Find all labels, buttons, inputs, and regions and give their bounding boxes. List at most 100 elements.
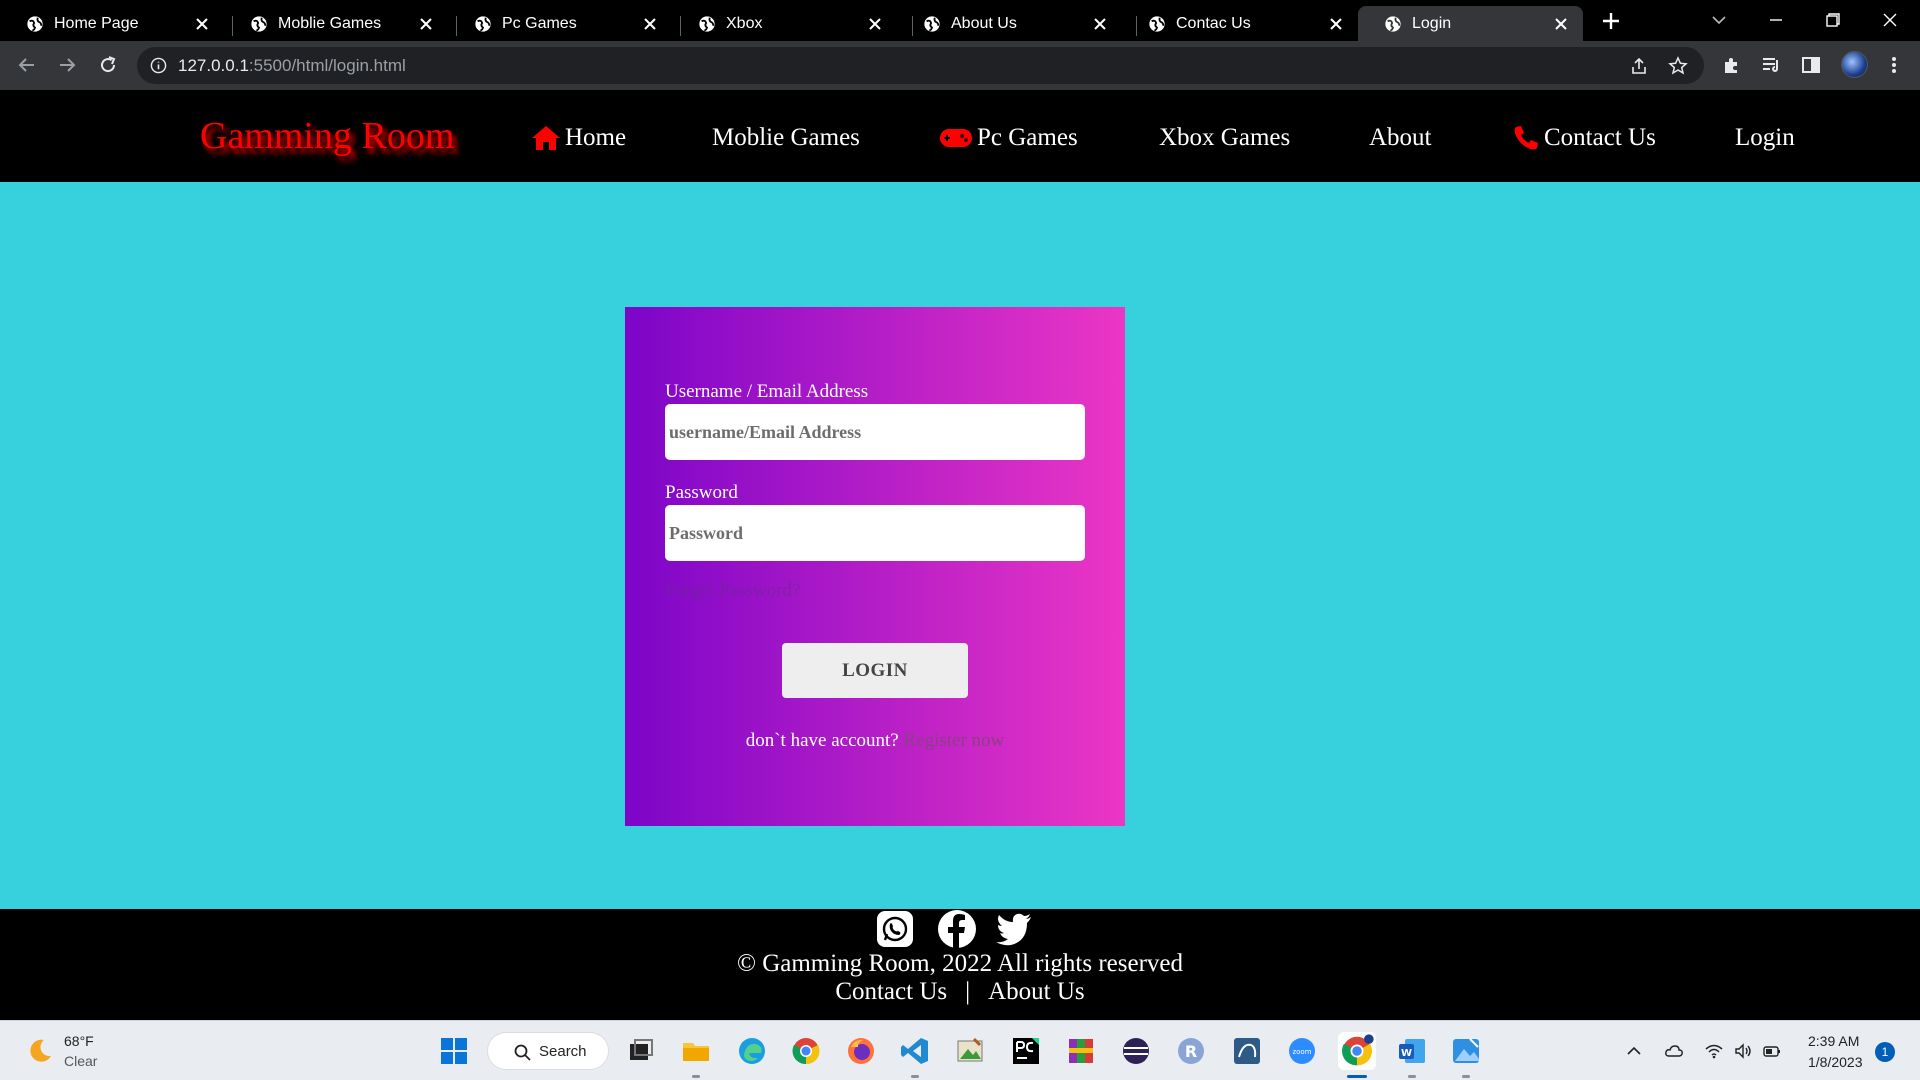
facebook-icon[interactable]	[937, 909, 977, 949]
close-icon[interactable]	[418, 16, 434, 32]
chrome-icon[interactable]	[790, 1035, 822, 1067]
tab-title: Moblie Games	[278, 14, 382, 32]
share-icon[interactable]	[1629, 56, 1649, 76]
browser-tab-pc-games[interactable]: Pc Games	[448, 6, 672, 41]
close-window-icon[interactable]	[1878, 8, 1902, 32]
footer-link-about-us[interactable]: About Us	[988, 978, 1085, 1005]
nav-item-contact-us[interactable]: Contact Us	[1512, 124, 1656, 152]
moon-weather-icon[interactable]	[26, 1037, 54, 1065]
nav-item-xbox-games[interactable]: Xbox Games	[1159, 124, 1290, 152]
chevron-up-icon[interactable]	[1624, 1041, 1644, 1061]
vscode-icon[interactable]	[899, 1035, 931, 1067]
edge-browser-icon[interactable]	[736, 1035, 768, 1067]
media-queue-icon[interactable]	[1760, 54, 1782, 76]
whatsapp-icon[interactable]	[875, 909, 915, 949]
photos-app-icon[interactable]	[1450, 1035, 1482, 1067]
browser-tab-contac-us[interactable]: Contac Us	[1122, 6, 1358, 41]
forward-arrow-icon[interactable]	[55, 53, 79, 77]
windows-start-icon[interactable]	[438, 1035, 470, 1067]
task-view-icon[interactable]	[625, 1035, 657, 1067]
url-host: 127.0.0.1	[178, 56, 249, 75]
close-icon[interactable]	[1328, 16, 1344, 32]
tab-search-chevron-icon[interactable]	[1707, 8, 1731, 32]
username-input[interactable]	[665, 404, 1085, 460]
nav-item-pc-games[interactable]: Pc Games	[939, 124, 1078, 152]
r-language-icon[interactable]: R	[1175, 1035, 1207, 1067]
nav-label: Moblie Games	[712, 124, 860, 151]
twitter-icon[interactable]	[994, 909, 1034, 949]
register-link[interactable]: Register now	[903, 730, 1004, 751]
restore-icon[interactable]	[1821, 8, 1845, 32]
bookmark-star-icon[interactable]	[1668, 56, 1688, 76]
clock-date[interactable]: 1/8/2023	[1808, 1054, 1863, 1070]
close-icon[interactable]	[642, 16, 658, 32]
site-logo[interactable]: Gamming Room	[200, 114, 454, 158]
password-label: Password	[665, 482, 738, 503]
notification-badge[interactable]: 1	[1875, 1042, 1895, 1062]
windows-taskbar: 68°F Clear Search R zoom W 2:39 AM 1/8/2…	[0, 1020, 1920, 1080]
running-indicator	[692, 1075, 700, 1078]
globe-icon	[475, 15, 491, 32]
close-icon[interactable]	[194, 16, 210, 32]
forget-password-link[interactable]: Forget Password?	[665, 580, 800, 602]
search-icon	[514, 1044, 531, 1061]
firefox-icon[interactable]	[845, 1035, 877, 1067]
tab-title: Home Page	[54, 14, 139, 32]
register-row: don`t have account? Register now	[625, 730, 1125, 752]
paint-app-icon[interactable]	[954, 1035, 986, 1067]
volume-icon[interactable]	[1733, 1041, 1753, 1061]
kebab-menu-icon[interactable]	[1883, 54, 1905, 76]
eclipse-icon[interactable]	[1120, 1035, 1152, 1067]
browser-tab-home-page[interactable]: Home Page	[0, 6, 224, 41]
browser-tab-about-us[interactable]: About Us	[897, 6, 1122, 41]
file-explorer-icon[interactable]	[680, 1035, 712, 1067]
minimize-icon[interactable]	[1764, 8, 1788, 32]
wifi-icon[interactable]	[1704, 1041, 1724, 1061]
clock-time[interactable]: 2:39 AM	[1808, 1033, 1859, 1049]
active-indicator	[1347, 1075, 1367, 1078]
zoom-icon[interactable]: zoom	[1286, 1035, 1318, 1067]
password-input[interactable]	[665, 505, 1085, 561]
profile-avatar[interactable]	[1841, 51, 1868, 78]
battery-icon[interactable]	[1762, 1041, 1782, 1061]
onedrive-cloud-icon[interactable]	[1664, 1041, 1684, 1061]
new-tab-icon[interactable]	[1600, 10, 1622, 32]
extensions-puzzle-icon[interactable]	[1721, 54, 1743, 76]
globe-icon	[699, 15, 715, 32]
back-arrow-icon[interactable]	[15, 53, 39, 77]
phone-icon	[1514, 126, 1538, 150]
footer-link-contact-us[interactable]: Contact Us	[835, 978, 947, 1005]
browser-tab-strip: Home Page Moblie Games Pc Games Xbox Abo…	[0, 0, 1920, 41]
chrome-icon	[1342, 1034, 1374, 1066]
svg-text:R: R	[1185, 1042, 1197, 1061]
close-icon[interactable]	[1092, 16, 1108, 32]
weather-temperature: 68°F	[64, 1033, 94, 1049]
gamepad-icon	[940, 129, 972, 147]
side-panel-icon[interactable]	[1800, 54, 1822, 76]
url-text: 127.0.0.1:5500/html/login.html	[178, 56, 406, 76]
login-button[interactable]: LOGIN	[782, 643, 968, 698]
nav-item-about[interactable]: About	[1369, 124, 1432, 152]
chrome-active-app[interactable]	[1338, 1032, 1376, 1070]
taskbar-search[interactable]: Search	[487, 1032, 609, 1070]
svg-text:zoom: zoom	[1292, 1048, 1311, 1056]
mysql-workbench-icon[interactable]	[1231, 1035, 1263, 1067]
running-indicator	[1462, 1075, 1470, 1078]
word-icon[interactable]: W	[1396, 1035, 1428, 1067]
address-bar[interactable]: 127.0.0.1:5500/html/login.html	[137, 47, 1704, 84]
close-icon[interactable]	[867, 16, 883, 32]
close-icon[interactable]	[1553, 16, 1569, 32]
nav-item-home[interactable]: Home	[531, 124, 626, 152]
info-icon[interactable]	[150, 57, 167, 74]
browser-tab-xbox[interactable]: Xbox	[672, 6, 897, 41]
weather-condition: Clear	[64, 1053, 98, 1069]
pycharm-icon[interactable]	[1010, 1035, 1042, 1067]
tab-title: Contac Us	[1176, 14, 1251, 32]
browser-tab-moblie-games[interactable]: Moblie Games	[224, 6, 448, 41]
winrar-icon[interactable]	[1065, 1035, 1097, 1067]
svg-text:W: W	[1401, 1048, 1412, 1059]
reload-icon[interactable]	[96, 53, 120, 77]
nav-item-login[interactable]: Login	[1735, 124, 1795, 152]
browser-tab-login[interactable]: Login	[1358, 6, 1583, 41]
nav-item-moblie-games[interactable]: Moblie Games	[712, 124, 860, 152]
